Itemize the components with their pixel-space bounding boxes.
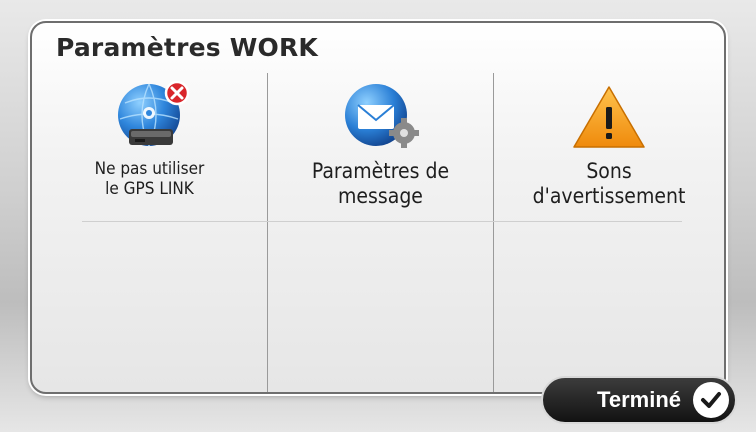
menu-item-message-settings[interactable]: Paramètres de message [268,73,493,221]
menu-grid: Ne pas utiliser le GPS LINK Paramètres d… [32,73,724,392]
settings-panel: Paramètres WORK Ne pas utiliser le GPS L… [30,21,726,394]
page-title: Paramètres WORK [56,33,318,62]
gps-link-off-icon [117,80,189,147]
checkmark-icon [693,382,729,418]
message-settings-icon [344,84,419,148]
menu-item-gps-link[interactable]: Ne pas utiliser le GPS LINK [32,73,267,221]
warning-icon [573,86,645,148]
menu-item-label: Paramètres de message [311,159,450,209]
menu-item-label: Ne pas utiliser le GPS LINK [94,159,205,200]
grid-divider [82,221,682,222]
done-button-label: Terminé [597,387,681,412]
menu-item-label: Sons d'avertissement [532,159,686,209]
menu-item-warning-sounds[interactable]: Sons d'avertissement [494,73,724,221]
done-button[interactable]: Terminé [541,376,737,424]
